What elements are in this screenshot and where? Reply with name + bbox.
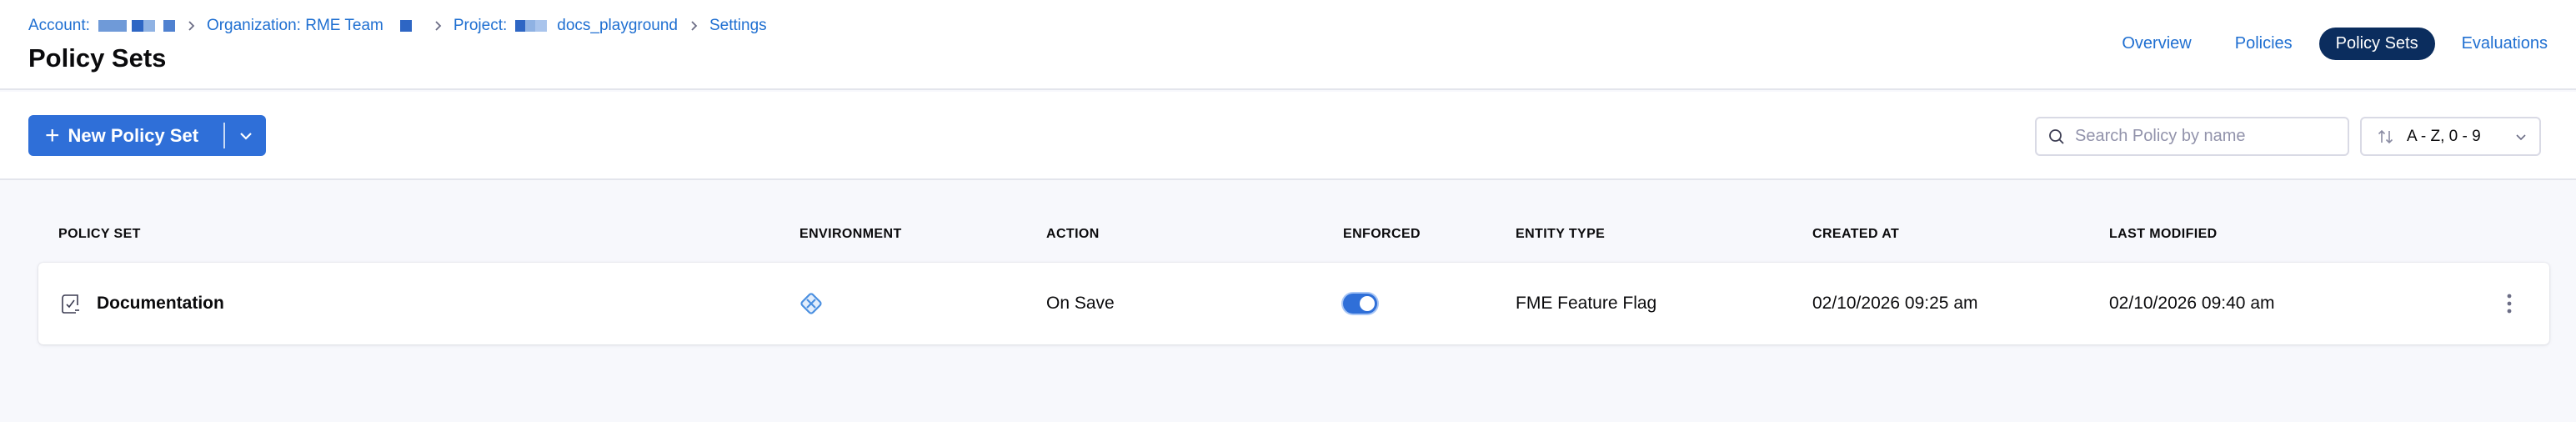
breadcrumb-org-label: Organization: RME Team: [206, 17, 383, 34]
column-header-last-modified: LAST MODIFIED: [2109, 227, 2218, 241]
policy-set-cell: Documentation: [60, 263, 224, 344]
row-actions: [2505, 263, 2513, 344]
new-policy-set-button[interactable]: + New Policy Set: [28, 115, 223, 156]
table-row[interactable]: Documentation On Save FME Feature Flag 0…: [38, 263, 2549, 344]
environment-icon: [800, 293, 822, 314]
toolbar: + New Policy Set A - Z, 0 - 9: [0, 92, 2576, 180]
chevron-right-icon: [185, 20, 197, 32]
new-policy-set-label: New Policy Set: [68, 124, 199, 146]
breadcrumb-account[interactable]: Account:: [28, 17, 175, 35]
search-box: [2035, 117, 2349, 156]
entity-type-cell: FME Feature Flag: [1516, 294, 1657, 313]
table-header: POLICY SET ENVIRONMENT ACTION ENFORCED E…: [0, 227, 2576, 244]
breadcrumb: Account: Organization: RME Team Project:: [28, 17, 767, 35]
column-header-created-at: CREATED AT: [1812, 227, 1900, 241]
breadcrumb-project-name: docs_playground: [557, 17, 678, 34]
chevron-down-icon: [239, 132, 252, 140]
created-at-cell: 02/10/2026 09:25 am: [1812, 294, 1978, 313]
chevron-right-icon: [688, 20, 699, 32]
tab-evaluations[interactable]: Evaluations: [2445, 28, 2564, 60]
environment-cell: [799, 263, 824, 344]
toggle-knob: [1360, 296, 1375, 311]
page-title: Policy Sets: [28, 43, 167, 73]
action-cell: On Save: [1046, 294, 1115, 313]
page-header: Account: Organization: RME Team Project:: [0, 0, 2576, 90]
enforced-toggle[interactable]: [1343, 294, 1377, 314]
redacted-account-name: [98, 20, 175, 32]
more-options-icon[interactable]: [2505, 291, 2513, 316]
sort-icon: [2378, 129, 2393, 143]
policy-set-name[interactable]: Documentation: [97, 294, 224, 314]
chevron-right-icon: [432, 20, 444, 32]
policy-document-icon: [62, 294, 79, 314]
breadcrumb-account-label: Account:: [28, 17, 90, 34]
sort-dropdown[interactable]: A - Z, 0 - 9: [2360, 117, 2541, 156]
last-modified-cell: 02/10/2026 09:40 am: [2109, 294, 2275, 313]
column-header-environment: ENVIRONMENT: [799, 227, 902, 241]
column-header-entity-type: ENTITY TYPE: [1516, 227, 1606, 241]
chevron-down-icon: [2516, 133, 2526, 140]
redacted-org-badge: [399, 20, 412, 32]
policy-tabs: Overview Policies Policy Sets Evaluation…: [2095, 28, 2576, 60]
tab-policy-sets[interactable]: Policy Sets: [2318, 28, 2435, 60]
column-header-policy-set[interactable]: POLICY SET: [58, 227, 141, 242]
breadcrumb-settings[interactable]: Settings: [709, 17, 767, 35]
tab-policies[interactable]: Policies: [2218, 28, 2309, 60]
plus-icon: +: [45, 121, 60, 149]
column-header-enforced: ENFORCED: [1343, 227, 1421, 241]
breadcrumb-project-label: Project:: [453, 17, 508, 34]
search-input[interactable]: [2075, 127, 2342, 146]
new-policy-set-split-button: + New Policy Set: [28, 115, 266, 156]
breadcrumb-organization[interactable]: Organization: RME Team: [207, 17, 412, 35]
sort-value: A - Z, 0 - 9: [2407, 127, 2481, 145]
new-policy-set-dropdown-button[interactable]: [225, 115, 266, 156]
search-icon: [2049, 128, 2064, 144]
tab-overview[interactable]: Overview: [2105, 28, 2208, 60]
redacted-project-badge: [515, 20, 548, 32]
breadcrumb-project[interactable]: Project: docs_playground: [454, 17, 678, 35]
column-header-action: ACTION: [1046, 227, 1100, 241]
enforced-cell: [1343, 263, 1377, 344]
